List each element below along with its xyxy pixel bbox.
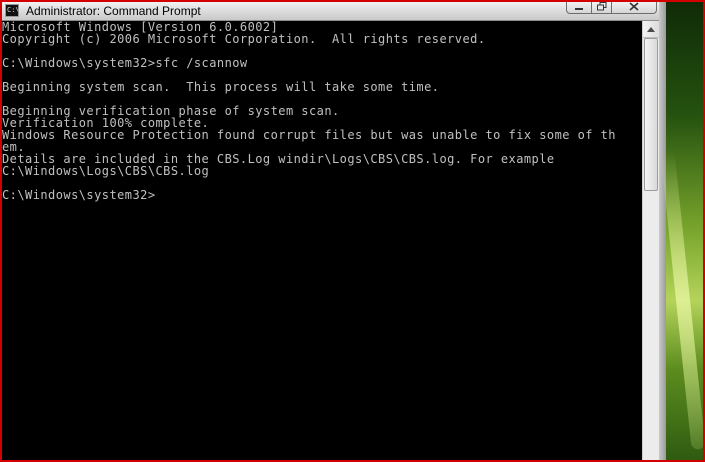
console-line: C:\Windows\system32>sfc /scannow xyxy=(2,56,248,70)
command-prompt-icon[interactable]: C:\ xyxy=(5,4,19,17)
caption-buttons xyxy=(566,0,657,15)
scroll-up-button[interactable] xyxy=(643,21,659,38)
close-button[interactable] xyxy=(612,0,657,14)
vertical-scrollbar[interactable] xyxy=(642,21,659,462)
desktop-wallpaper xyxy=(660,0,705,462)
arrow-up-icon xyxy=(647,26,655,32)
console-line: Windows Resource Protection found corrup… xyxy=(2,128,616,142)
console-line: Beginning system scan. This process will… xyxy=(2,80,440,94)
console-line: C:\Windows\system32> xyxy=(2,188,156,202)
minimize-icon xyxy=(575,7,583,10)
minimize-button[interactable] xyxy=(566,0,592,14)
restore-icon xyxy=(596,2,606,11)
console-line: Copyright (c) 2006 Microsoft Corporation… xyxy=(2,32,486,46)
console-output[interactable]: Microsoft Windows [Version 6.0.6002] Copy… xyxy=(2,21,642,462)
window-frame-right xyxy=(659,2,666,462)
window-title: Administrator: Command Prompt xyxy=(26,4,201,18)
scrollbar-thumb[interactable] xyxy=(644,38,658,191)
maximize-button[interactable] xyxy=(592,0,612,14)
close-icon xyxy=(629,2,639,11)
console-line: C:\Windows\Logs\CBS\CBS.log xyxy=(2,164,210,178)
